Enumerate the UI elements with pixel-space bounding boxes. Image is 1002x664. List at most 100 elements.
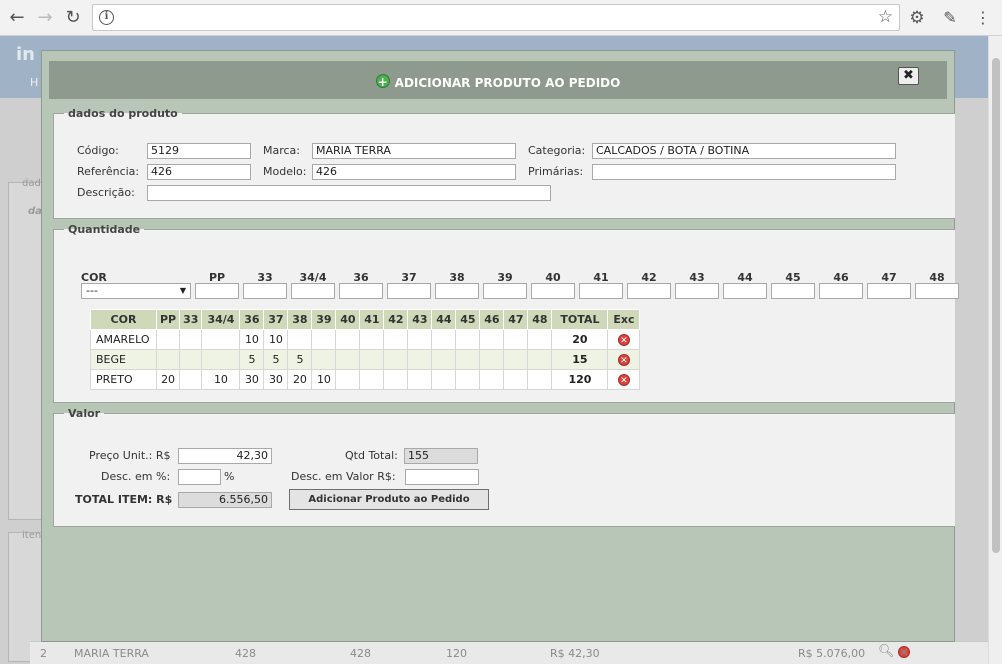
size-qty-input[interactable] xyxy=(435,283,479,299)
size-qty-input[interactable] xyxy=(867,283,911,299)
row-num: 2 xyxy=(40,647,47,660)
row-ref: 428 xyxy=(235,647,256,660)
close-button[interactable]: ✖ xyxy=(898,67,919,85)
codigo-field[interactable]: 5129 xyxy=(147,143,251,159)
size-qty-cell xyxy=(155,349,181,370)
modal-title: ADICIONAR PRODUTO AO PEDIDO xyxy=(394,76,621,90)
search-icon[interactable]: 🔍︎ xyxy=(878,644,895,659)
size-qty-cell xyxy=(335,369,361,390)
desc-pct-field[interactable] xyxy=(178,469,221,485)
delete-icon[interactable]: ✕ xyxy=(898,646,910,659)
size-qty-cell xyxy=(179,369,203,390)
size-qty-input[interactable] xyxy=(819,283,863,299)
size-qty-input[interactable] xyxy=(531,283,575,299)
size-qty-cell xyxy=(335,329,361,350)
descricao-field[interactable] xyxy=(147,185,551,201)
size-qty-input[interactable] xyxy=(291,283,335,299)
size-qty-input[interactable] xyxy=(723,283,767,299)
delete-icon[interactable]: ✕ xyxy=(617,334,630,346)
size-qty-input[interactable] xyxy=(915,283,959,299)
categoria-label: Categoria: xyxy=(528,144,586,157)
preco-field[interactable]: 42,30 xyxy=(178,448,272,464)
row-total: R$ 5.076,00 xyxy=(798,647,866,660)
table-header: 34/4 xyxy=(201,309,241,330)
size-qty-input[interactable] xyxy=(675,283,719,299)
size-qty-input[interactable] xyxy=(579,283,623,299)
background-items-label: iten xyxy=(22,530,42,541)
desc-valor-field[interactable] xyxy=(405,469,479,485)
size-qty-input[interactable] xyxy=(483,283,527,299)
bookmark-star-icon[interactable]: ☆ xyxy=(878,7,893,27)
size-qty-input[interactable] xyxy=(387,283,431,299)
table-header: 47 xyxy=(503,309,529,330)
row-delete-cell: ✕ xyxy=(607,329,641,350)
modelo-label: Modelo: xyxy=(263,165,307,178)
add-product-button[interactable]: Adicionar Produto ao Pedido xyxy=(289,489,489,510)
quantity-legend: Quantidade xyxy=(68,223,141,236)
background-menu-item: H xyxy=(30,76,39,89)
info-icon[interactable]: i xyxy=(99,10,114,25)
size-qty-input[interactable] xyxy=(243,283,287,299)
size-qty-cell xyxy=(155,329,181,350)
size-qty-cell xyxy=(311,329,337,350)
size-qty-cell: 10 xyxy=(263,329,289,350)
size-qty-cell xyxy=(201,329,241,350)
size-qty-cell: 5 xyxy=(287,349,313,370)
size-qty-cell: 20 xyxy=(155,369,181,390)
total-item-label: TOTAL ITEM: R$ xyxy=(75,493,173,506)
marca-field[interactable]: MARIA TERRA xyxy=(312,143,516,159)
size-qty-cell: 30 xyxy=(263,369,289,390)
size-qty-input[interactable] xyxy=(195,283,239,299)
size-qty-cell xyxy=(455,349,481,370)
chevron-down-icon: ▼ xyxy=(179,286,186,295)
size-qty-cell: 5 xyxy=(239,349,265,370)
row-color: PRETO xyxy=(90,369,157,390)
size-qty-input[interactable] xyxy=(771,283,815,299)
value-fieldset: Valor Preço Unit.: R$ 42,30 Qtd Total: 1… xyxy=(53,407,955,527)
page-scrollbar[interactable] xyxy=(988,36,1002,664)
size-qty-cell xyxy=(311,349,337,370)
table-header: 43 xyxy=(407,309,433,330)
product-data-fieldset: dados do produto Código: 5129 Marca: MAR… xyxy=(53,107,955,219)
size-qty-cell xyxy=(527,349,553,370)
gear-icon[interactable]: ⚙ xyxy=(906,7,928,29)
address-bar[interactable]: i ☆ xyxy=(92,4,900,31)
qtd-total-label: Qtd Total: xyxy=(345,449,398,462)
row-total: 120 xyxy=(551,369,609,390)
table-header: 39 xyxy=(311,309,337,330)
back-icon[interactable]: ← xyxy=(6,7,28,29)
table-header: Exc xyxy=(607,309,641,330)
table-row: BEGE 5 5 5 15 ✕ xyxy=(90,349,641,370)
forward-icon[interactable]: → xyxy=(34,7,56,29)
qtd-total-field: 155 xyxy=(404,448,478,464)
size-qty-cell: 10 xyxy=(201,369,241,390)
eyedropper-icon[interactable]: ✎ xyxy=(939,7,961,29)
size-qty-cell xyxy=(527,369,553,390)
row-price: R$ 42,30 xyxy=(550,647,600,660)
quantity-fieldset: Quantidade COR --- ▼ PP 33 34/4 36 37 38 39 40 4… xyxy=(53,223,959,403)
table-header: 33 xyxy=(179,309,203,330)
size-qty-cell xyxy=(431,349,457,370)
scrollbar-thumb[interactable] xyxy=(992,58,1000,553)
primarias-field[interactable] xyxy=(592,164,896,180)
delete-icon[interactable]: ✕ xyxy=(617,374,630,386)
size-qty-cell xyxy=(179,349,203,370)
value-legend: Valor xyxy=(68,407,101,420)
table-row: PRETO 20 10 30 30 20 10 120 ✕ xyxy=(90,369,641,390)
delete-icon[interactable]: ✕ xyxy=(617,354,630,366)
menu-dots-icon[interactable]: ⋮ xyxy=(972,7,994,29)
table-header: TOTAL xyxy=(551,309,609,330)
referencia-label: Referência: xyxy=(77,165,140,178)
reload-icon[interactable]: ↻ xyxy=(62,7,84,29)
modelo-field[interactable]: 426 xyxy=(312,164,516,180)
referencia-field[interactable]: 426 xyxy=(147,164,251,180)
descricao-label: Descrição: xyxy=(77,186,135,199)
size-qty-input[interactable] xyxy=(339,283,383,299)
cor-select[interactable]: --- ▼ xyxy=(81,283,191,299)
desc-pct-label: Desc. em %: xyxy=(101,470,171,483)
size-qty-cell xyxy=(201,349,241,370)
table-header: 36 xyxy=(239,309,265,330)
categoria-field[interactable]: CALCADOS / BOTA / BOTINA xyxy=(592,143,896,159)
size-qty-input[interactable] xyxy=(627,283,671,299)
size-qty-cell xyxy=(407,349,433,370)
